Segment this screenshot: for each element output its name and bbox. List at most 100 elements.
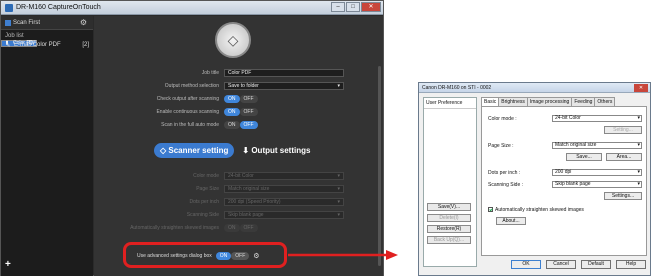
job-title-input[interactable]: Color PDF — [224, 69, 344, 77]
start-scan-button[interactable]: ◇ — [215, 22, 251, 58]
color-mode-row: Color mode 24-bit Color ▾ — [94, 172, 383, 181]
tab-output-settings[interactable]: ⬇ Output settings — [242, 146, 310, 155]
straighten-label: Automatically straighten skewed images — [130, 225, 219, 231]
tab-brightness[interactable]: Brightness — [498, 97, 528, 106]
full-auto-label: Scan in the full auto mode — [161, 122, 219, 128]
chevron-down-icon: ▾ — [637, 115, 640, 121]
dpi-select[interactable]: 200 dpi ▾ — [552, 169, 642, 176]
tab-feeding[interactable]: Feeding — [571, 97, 596, 106]
ok-button[interactable]: OK — [511, 260, 541, 269]
pencil-icon: ✎ — [5, 42, 11, 49]
dialog-title: Canon DR-M160 on STI - 0002 — [422, 85, 492, 91]
basic-panel: Color mode : 24-bit Color ▾ Setting... Pa… — [481, 106, 647, 256]
output-method-select[interactable]: Save to folder ▾ — [224, 82, 344, 90]
page-save-button[interactable]: Save... — [566, 153, 602, 161]
page-size-row: Page Size Match original size ▾ — [94, 185, 383, 194]
toggle-off: OFF — [239, 95, 258, 103]
window-controls: – □ ✕ — [331, 2, 381, 12]
output-method-label: Output method selection — [164, 83, 219, 89]
scanner-settings-dialog: Canon DR-M160 on STI - 0002 ✕ User Prefe… — [418, 82, 651, 276]
scanning-side-select[interactable]: Skip blank page ▾ — [552, 181, 642, 188]
save-button[interactable]: Save(V)... — [427, 203, 471, 211]
dialog-tabs: Basic Brightness Image processing Feedin… — [481, 97, 616, 106]
straighten-checkbox[interactable] — [488, 207, 493, 213]
chevron-down-icon: ▾ — [337, 83, 340, 89]
straighten-checkbox-row[interactable]: Automatically straighten skewed images — [488, 207, 584, 213]
scanning-side-select: Skip blank page ▾ — [224, 211, 344, 219]
toggle-off: OFF — [239, 121, 258, 129]
job-title-row: Job title Color PDF — [94, 69, 383, 78]
scan-first-item[interactable]: Scan First ⚙ — [1, 16, 93, 30]
start-icon: ◇ — [227, 31, 239, 48]
continuous-scanning-row: Enable continuous scanning ON OFF — [94, 108, 383, 117]
settings-tabs: ◇ Scanner setting ⬇ Output settings — [154, 143, 310, 158]
area-button[interactable]: Area... — [606, 153, 642, 161]
default-button[interactable]: Default — [581, 260, 611, 269]
output-method-value: Save to folder — [228, 83, 259, 89]
side-settings-button[interactable]: Settings... — [604, 192, 642, 200]
color-mode-select: 24-bit Color ▾ — [224, 172, 344, 180]
color-mode-select[interactable]: 24-bit Color ▾ — [552, 115, 642, 122]
toggle-off: OFF — [239, 108, 258, 116]
dpi-select: 200 dpi (Speed Priority) ▾ — [224, 198, 344, 206]
page-size-select: Match original size ▾ — [224, 185, 344, 193]
job-label: E-mail Color PDF — [14, 42, 61, 48]
full-auto-toggle[interactable]: ON OFF — [224, 121, 258, 129]
captureontouch-window: DR-M160 CaptureOnTouch – □ ✕ Scan First … — [0, 0, 384, 276]
dpi-row: Dots per inch 200 dpi (Speed Priority) ▾ — [94, 198, 383, 207]
job-list-label: Job list — [5, 33, 24, 39]
gear-icon[interactable]: ⚙ — [80, 18, 87, 27]
color-setting-button[interactable]: Setting... — [604, 126, 642, 134]
output-method-row: Output method selection Save to folder ▾ — [94, 82, 383, 91]
main-panel: ◇ Job title Color PDF Output method sele… — [94, 16, 383, 276]
page-size-label: Page Size : — [488, 143, 514, 149]
check-output-row: Check output after scanning ON OFF — [94, 95, 383, 104]
about-button[interactable]: About... — [496, 217, 526, 225]
tab-others[interactable]: Others — [594, 97, 616, 106]
scrollbar[interactable] — [378, 66, 381, 266]
close-button[interactable]: ✕ — [361, 2, 381, 12]
tab-scanner-setting[interactable]: ◇ Scanner setting — [154, 143, 235, 158]
sidebar: Scan First ⚙ Job list ▮ Color PDF [1] ✎ … — [1, 16, 93, 276]
check-output-label: Check output after scanning — [156, 96, 219, 102]
chevron-down-icon: ▾ — [637, 142, 640, 148]
scan-first-label: Scan First — [13, 19, 41, 26]
highlight-box — [123, 242, 287, 268]
dpi-label: Dots per inch — [189, 199, 219, 205]
arrow-icon — [288, 250, 398, 260]
color-mode-label: Color mode — [193, 173, 219, 179]
straighten-row: Automatically straighten skewed images O… — [94, 224, 383, 233]
add-job-button[interactable]: + — [5, 259, 11, 270]
cancel-button[interactable]: Cancel — [546, 260, 576, 269]
scan-first-icon — [5, 20, 11, 26]
job-count: [2] — [82, 42, 89, 48]
job-title-label: Job title — [201, 70, 219, 76]
job-item-email-color-pdf[interactable]: ✎ E-mail Color PDF [2] — [1, 40, 93, 50]
toggle-on: ON — [224, 121, 240, 129]
title-bar: DR-M160 CaptureOnTouch – □ ✕ — [1, 1, 383, 15]
app-icon — [5, 3, 13, 12]
delete-button[interactable]: Delete(I) — [427, 214, 471, 222]
toggle-on: ON — [224, 95, 240, 103]
dialog-title-bar: Canon DR-M160 on STI - 0002 ✕ — [419, 83, 650, 93]
tab-basic[interactable]: Basic — [481, 97, 500, 106]
check-output-toggle[interactable]: ON OFF — [224, 95, 258, 103]
help-button[interactable]: Help — [616, 260, 646, 269]
scanning-side-label: Scanning Side : — [488, 182, 524, 188]
backup-button[interactable]: Back Up(Q)... — [427, 236, 471, 244]
maximize-button[interactable]: □ — [346, 2, 360, 12]
dpi-label: Dots per inch : — [488, 170, 521, 176]
dialog-close-button[interactable]: ✕ — [634, 84, 648, 92]
chevron-down-icon: ▾ — [637, 181, 640, 187]
restore-button[interactable]: Restore(R) — [427, 225, 471, 233]
page-size-select[interactable]: Match original size ▾ — [552, 142, 642, 149]
page-size-label: Page Size — [196, 186, 219, 192]
continuous-scanning-toggle[interactable]: ON OFF — [224, 108, 258, 116]
scanning-side-row: Scanning Side Skip blank page ▾ — [94, 211, 383, 220]
minimize-button[interactable]: – — [331, 2, 345, 12]
continuous-scanning-label: Enable continuous scanning — [156, 109, 219, 115]
window-title: DR-M160 CaptureOnTouch — [16, 4, 101, 11]
chevron-down-icon: ▾ — [637, 169, 640, 175]
tab-image-processing[interactable]: Image processing — [526, 97, 573, 106]
straighten-toggle: ON OFF — [224, 224, 258, 232]
